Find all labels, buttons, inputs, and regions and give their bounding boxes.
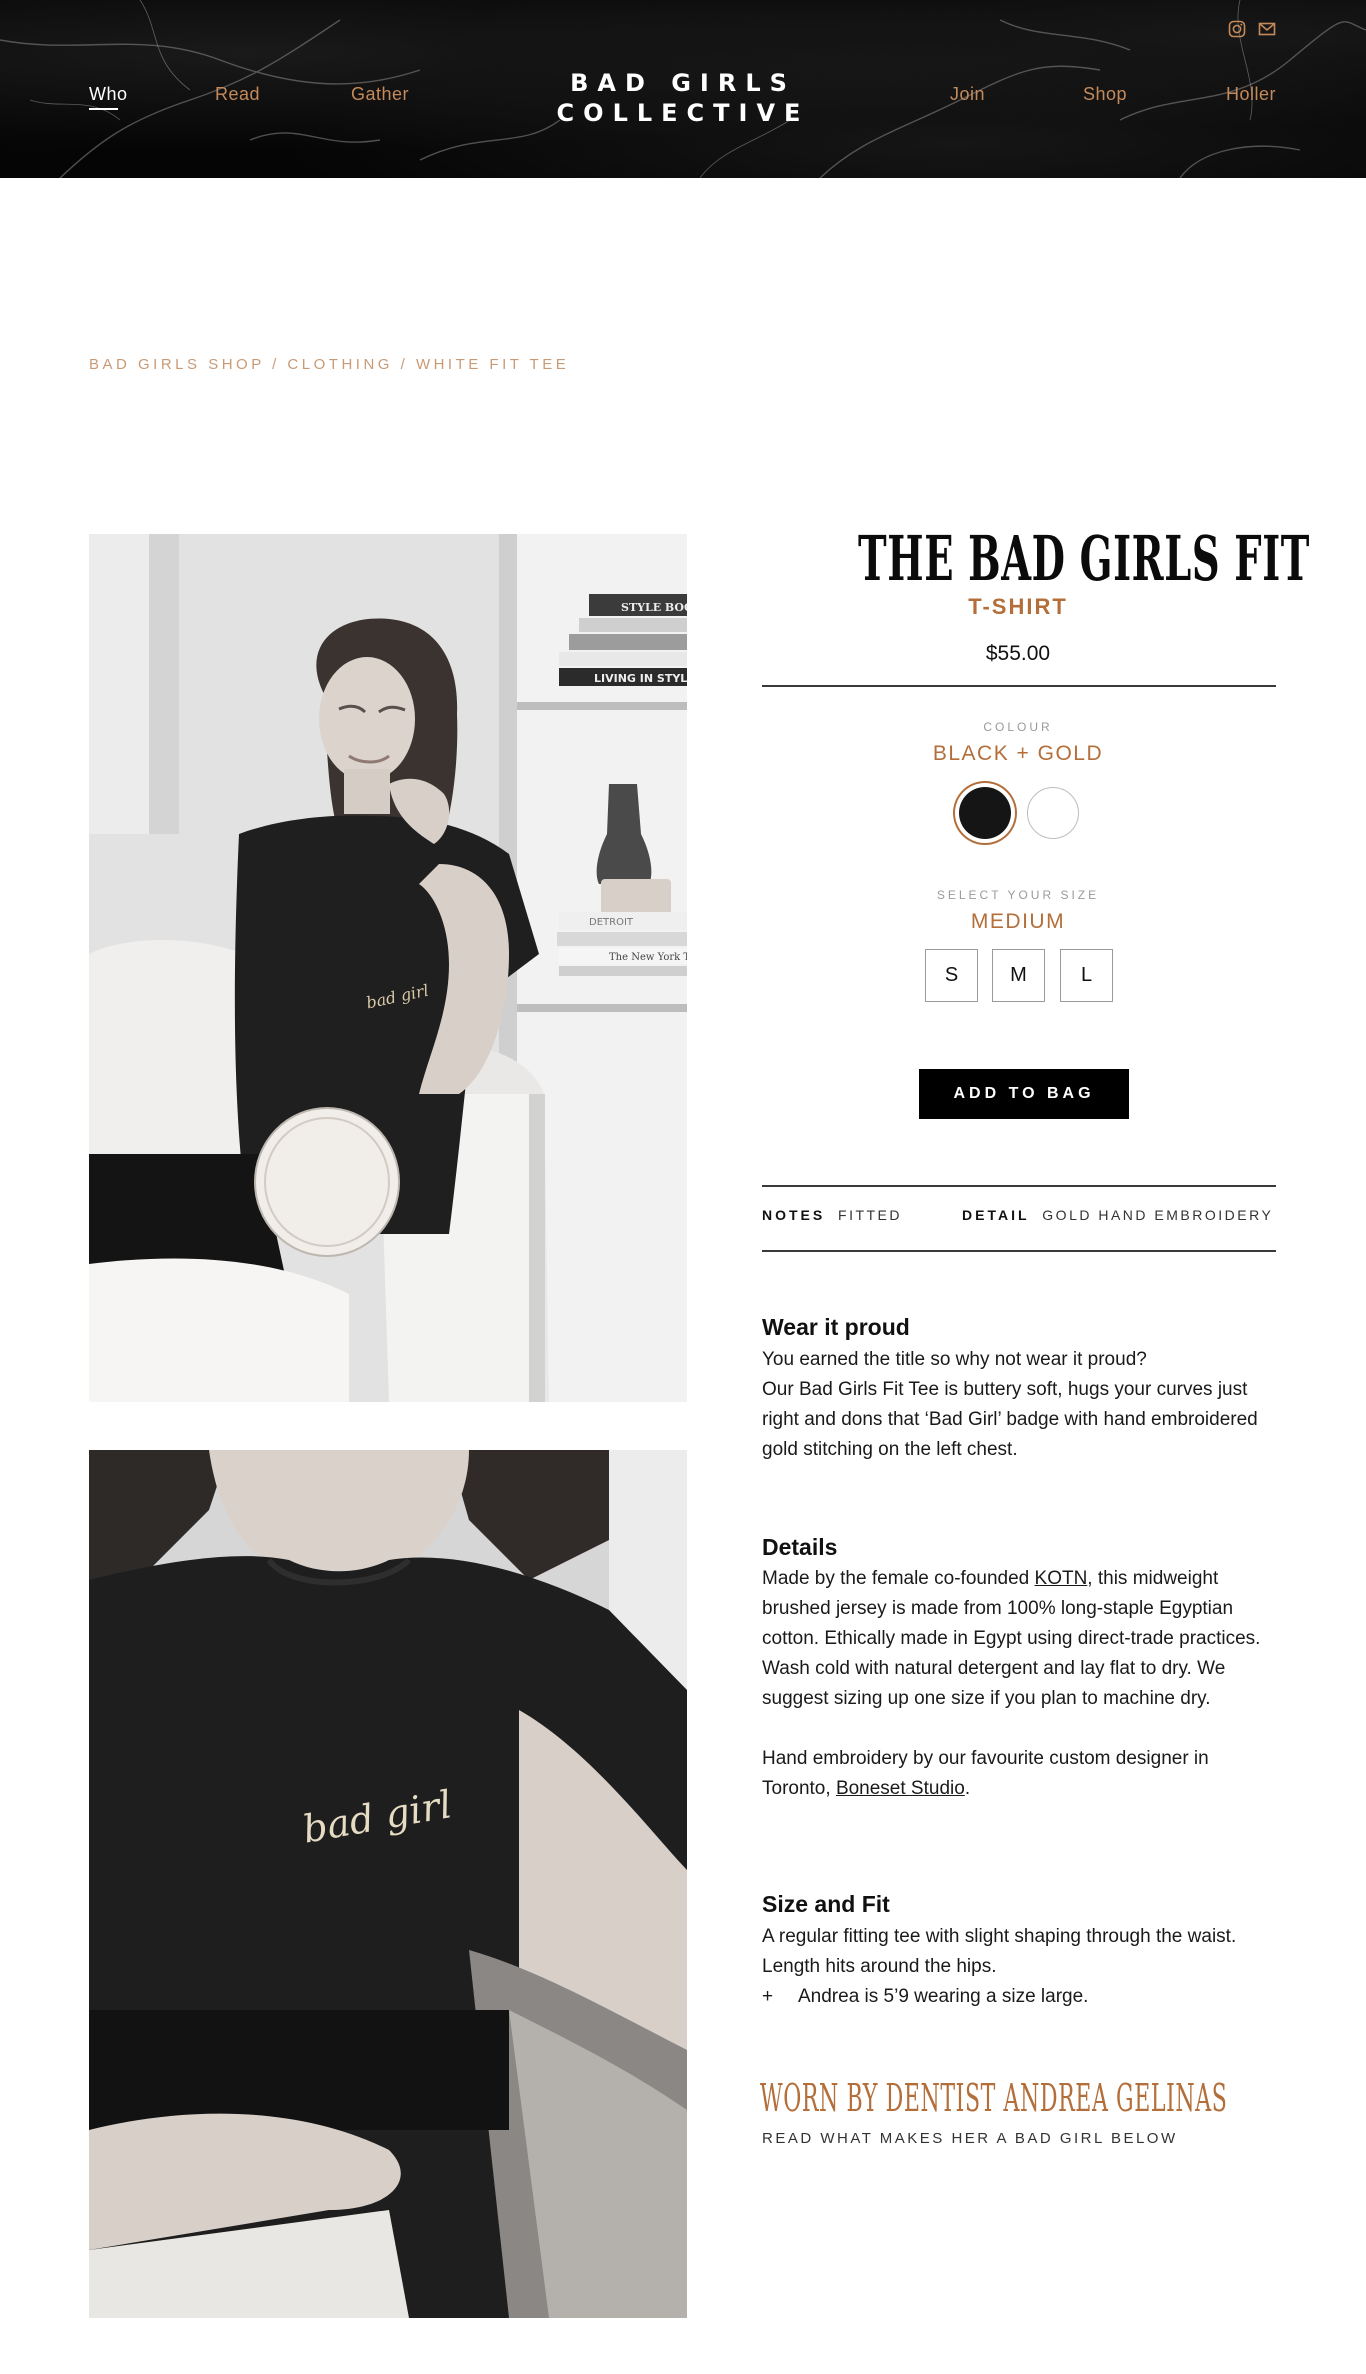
kotn-link[interactable]: KOTN bbox=[1035, 1568, 1088, 1589]
nav-active-underline bbox=[89, 108, 118, 110]
detail-meta: DETAIL GOLD HAND EMBROIDERY bbox=[962, 1207, 1273, 1223]
nav-join[interactable]: Join bbox=[950, 84, 985, 105]
detail-value: GOLD HAND EMBROIDERY bbox=[1042, 1207, 1274, 1223]
details-paragraph-1: Made by the female co-founded KOTN, this… bbox=[762, 1564, 1282, 1714]
product-subtitle: T-SHIRT bbox=[968, 594, 1068, 619]
brand-logo[interactable]: BAD GIRLS COLLECTIVE bbox=[540, 68, 826, 128]
colour-swatch-white[interactable] bbox=[1027, 787, 1079, 839]
size-fit-bullet: + Andrea is 5’9 wearing a size large. bbox=[762, 1982, 1282, 2012]
product-photo-embroidery-closeup: bad girl bbox=[89, 1450, 687, 2318]
notes-meta: NOTES FITTED bbox=[762, 1207, 902, 1223]
nav-shop[interactable]: Shop bbox=[1083, 84, 1127, 105]
divider bbox=[762, 1250, 1276, 1252]
nav-read[interactable]: Read bbox=[215, 84, 260, 105]
mail-icon[interactable] bbox=[1258, 20, 1276, 43]
worn-by-title[interactable]: WORN BY DENTIST ANDREA GELINAS bbox=[760, 2076, 1227, 2120]
bullet-text: Andrea is 5’9 wearing a size large. bbox=[798, 1986, 1089, 2007]
colour-label: COLOUR bbox=[983, 720, 1053, 734]
colour-value: BLACK + GOLD bbox=[932, 742, 1104, 765]
divider bbox=[762, 1185, 1276, 1187]
logo-line-2: COLLECTIVE bbox=[556, 99, 810, 127]
wear-heading: Wear it proud bbox=[762, 1314, 910, 1340]
details-text: Made by the female co-founded bbox=[762, 1568, 1035, 1589]
details-text: Hand embroidery by our favourite custom … bbox=[762, 1748, 1209, 1799]
size-option-m[interactable]: M bbox=[992, 949, 1045, 1002]
bullet-marker: + bbox=[762, 1986, 774, 2007]
nav-holler[interactable]: Holler bbox=[1226, 84, 1276, 105]
size-option-l[interactable]: L bbox=[1060, 949, 1113, 1002]
wear-line-2: Our Bad Girls Fit Tee is buttery soft, h… bbox=[762, 1379, 1258, 1460]
site-header: Who Read Gather BAD GIRLS COLLECTIVE Joi… bbox=[0, 0, 1366, 178]
product-price: $55.00 bbox=[985, 642, 1051, 665]
logo-line-1: BAD GIRLS bbox=[570, 69, 796, 97]
instagram-icon[interactable] bbox=[1228, 20, 1246, 43]
details-body: Made by the female co-founded KOTN, this… bbox=[762, 1564, 1282, 1804]
book-spine-detroit: DETROIT bbox=[589, 917, 634, 928]
size-fit-text: A regular fitting tee with slight shapin… bbox=[762, 1926, 1237, 1977]
size-fit-heading: Size and Fit bbox=[762, 1891, 890, 1917]
breadcrumb[interactable]: BAD GIRLS SHOP / CLOTHING / WHITE FIT TE… bbox=[89, 356, 569, 373]
colour-swatch-black[interactable] bbox=[959, 787, 1011, 839]
details-text: . bbox=[964, 1778, 971, 1799]
divider bbox=[762, 685, 1276, 687]
product-title: THE BAD GIRLS FIT bbox=[858, 522, 1311, 595]
notes-value: FITTED bbox=[838, 1207, 903, 1223]
book-spine-nyt: The New York Times bbox=[609, 952, 687, 963]
details-paragraph-2: Hand embroidery by our favourite custom … bbox=[762, 1744, 1282, 1804]
nav-gather[interactable]: Gather bbox=[351, 84, 409, 105]
book-spine-living-in-style: LIVING IN STYL bbox=[594, 672, 687, 685]
size-value: MEDIUM bbox=[970, 910, 1066, 933]
details-heading: Details bbox=[762, 1534, 838, 1560]
nav-who[interactable]: Who bbox=[89, 84, 128, 105]
detail-label: DETAIL bbox=[962, 1207, 1030, 1223]
notes-label: NOTES bbox=[762, 1207, 826, 1223]
boneset-studio-link[interactable]: Boneset Studio bbox=[836, 1778, 965, 1799]
book-spine-style-book: STYLE BOO bbox=[621, 601, 687, 614]
wear-line-1: You earned the title so why not wear it … bbox=[762, 1349, 1147, 1370]
details-text: , this midweight brushed jersey is made … bbox=[762, 1568, 1261, 1709]
size-fit-body: A regular fitting tee with slight shapin… bbox=[762, 1922, 1282, 2012]
size-option-s[interactable]: S bbox=[925, 949, 978, 1002]
size-label: SELECT YOUR SIZE bbox=[936, 888, 1100, 902]
wear-body: You earned the title so why not wear it … bbox=[762, 1345, 1282, 1465]
add-to-bag-button[interactable]: ADD TO BAG bbox=[919, 1069, 1129, 1119]
product-photo-model-seated: STYLE BOO LIVING IN STYL DETROIT The New… bbox=[89, 534, 687, 1402]
worn-by-subtitle[interactable]: READ WHAT MAKES HER A BAD GIRL BELOW bbox=[762, 2130, 1178, 2147]
